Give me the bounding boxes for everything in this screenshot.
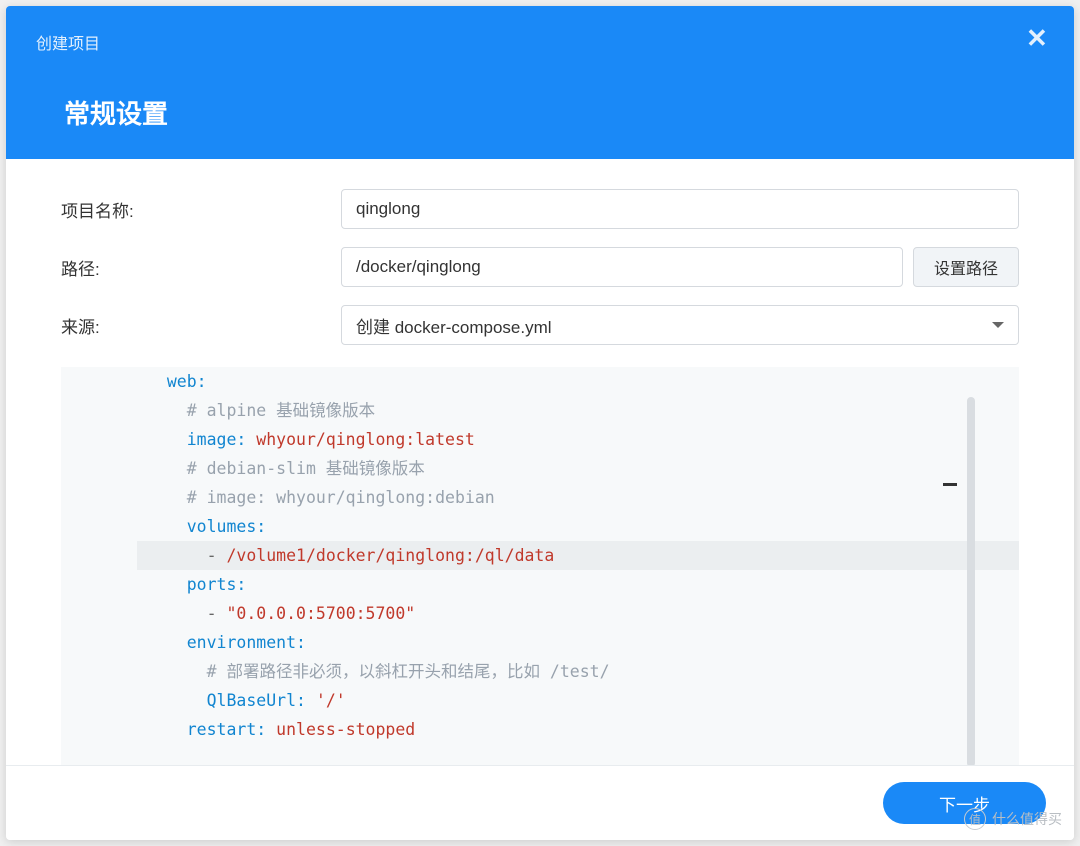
source-label: 来源: [61,313,341,338]
line-code: image: whyour/qinglong:latest [137,425,475,454]
editor-line[interactable]: 13 # 部署路径非必须，以斜杠开头和结尾，比如 /test/ [61,657,1019,686]
row-project-name: 项目名称: [61,189,1019,229]
modal-footer: 下一步 [6,765,1074,840]
modal-title-small: 创建项目 [36,30,1044,54]
editor-line[interactable]: 9 - /volume1/docker/qinglong:/ql/data [61,541,1019,570]
editor-line[interactable]: 5 image: whyour/qinglong:latest [61,425,1019,454]
editor-line[interactable]: 8 volumes: [61,512,1019,541]
editor-line[interactable]: 4 # alpine 基础镜像版本 [61,396,1019,425]
path-input[interactable] [341,247,903,287]
line-code: web: [137,367,207,396]
line-code: - "0.0.0.0:5700:5700" [137,599,415,628]
line-code: volumes: [137,512,266,541]
source-select[interactable]: 创建 docker-compose.yml [341,305,1019,345]
editor-cursor-marker [943,483,957,486]
editor-line[interactable]: 7 # image: whyour/qinglong:debian [61,483,1019,512]
path-label: 路径: [61,255,341,280]
editor-line[interactable]: 15 restart: unless-stopped [61,715,1019,744]
source-select-value: 创建 docker-compose.yml [356,313,552,338]
line-code: - /volume1/docker/qinglong:/ql/data [137,541,554,570]
project-name-label: 项目名称: [61,197,341,222]
close-icon[interactable]: ✕ [1026,28,1046,48]
editor-gutter [61,367,137,765]
chevron-down-icon [992,322,1004,328]
editor-scrollbar-thumb[interactable] [967,397,975,765]
line-code: restart: unless-stopped [137,715,415,744]
editor-scrollbar[interactable] [967,397,975,765]
next-button[interactable]: 下一步 [883,782,1046,824]
editor-line[interactable]: 6 # debian-slim 基础镜像版本 [61,454,1019,483]
line-code: # debian-slim 基础镜像版本 [137,454,425,483]
modal-body: 项目名称: 路径: 设置路径 来源: 创建 docker-compose.yml… [6,159,1074,765]
modal-title-big: 常规设置 [64,94,1044,131]
line-code: # alpine 基础镜像版本 [137,396,375,425]
line-code: environment: [137,628,306,657]
set-path-button[interactable]: 设置路径 [913,247,1019,287]
project-name-input[interactable] [341,189,1019,229]
create-project-modal: 创建项目 常规设置 ✕ 项目名称: 路径: 设置路径 来源: 创建 docker… [6,6,1074,840]
editor-line[interactable]: 3 web: [61,367,1019,396]
row-source: 来源: 创建 docker-compose.yml [61,305,1019,345]
line-code: QlBaseUrl: '/' [137,686,346,715]
line-code: # 部署路径非必须，以斜杠开头和结尾，比如 /test/ [137,657,610,686]
row-path: 路径: 设置路径 [61,247,1019,287]
line-code: # image: whyour/qinglong:debian [137,483,495,512]
compose-editor[interactable]: 3 web:4 # alpine 基础镜像版本5 image: whyour/q… [61,367,1019,765]
editor-line[interactable]: 10 ports: [61,570,1019,599]
editor-line[interactable]: 11 - "0.0.0.0:5700:5700" [61,599,1019,628]
modal-header: 创建项目 常规设置 ✕ [6,6,1074,159]
editor-line[interactable]: 12 environment: [61,628,1019,657]
editor-line[interactable]: 16 [61,744,1019,765]
editor-line[interactable]: 14 QlBaseUrl: '/' [61,686,1019,715]
line-code: ports: [137,570,246,599]
